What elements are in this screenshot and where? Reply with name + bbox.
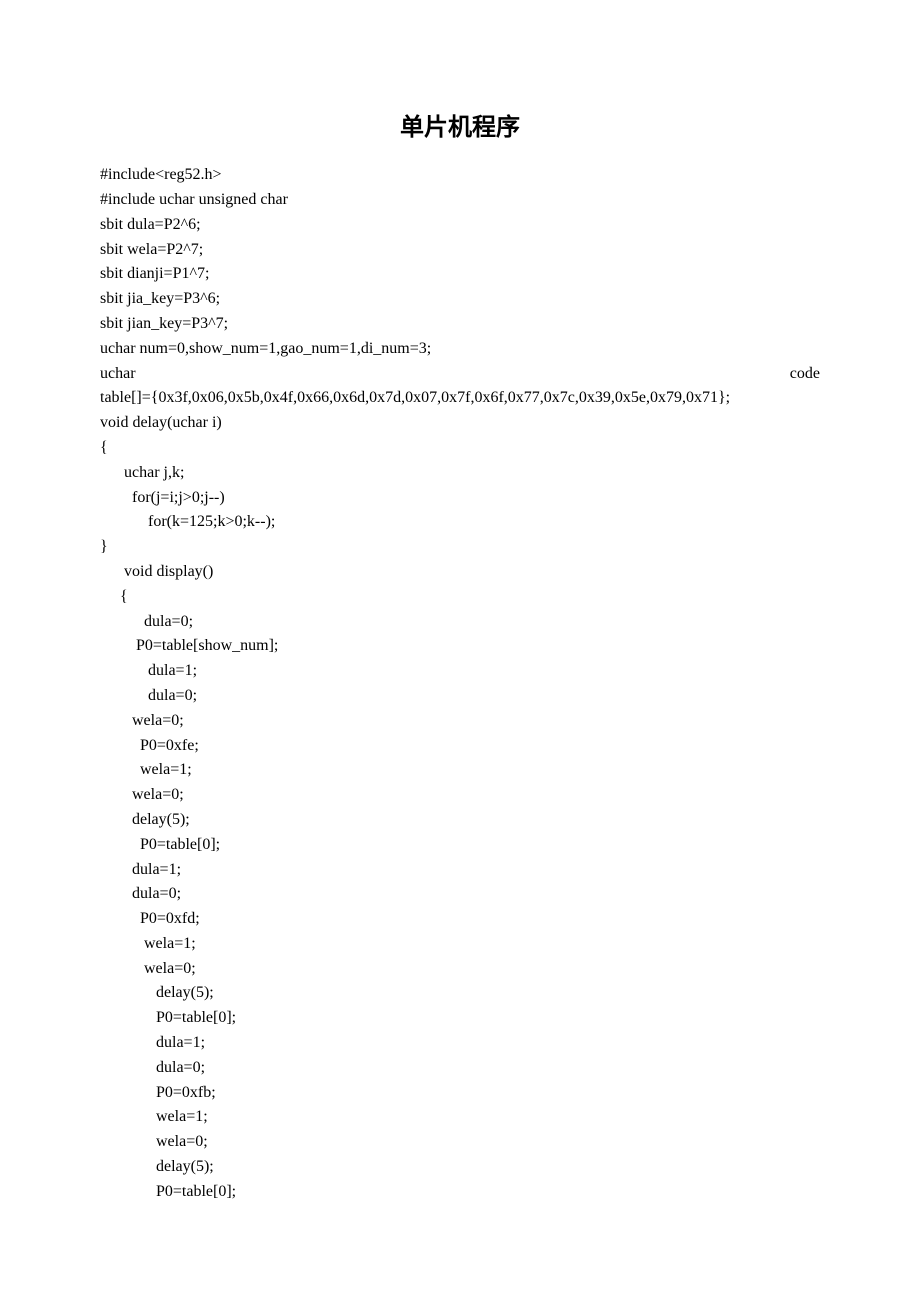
code-block-1: #include<reg52.h> #include uchar unsigne…	[100, 163, 820, 361]
uchar-right: code	[790, 362, 820, 387]
uchar-code-line: uchar code	[100, 362, 820, 387]
document-page: 单片机程序 #include<reg52.h> #include uchar u…	[0, 0, 920, 1302]
code-block-2: void delay(uchar i) { uchar j,k; for(j=i…	[100, 411, 820, 1205]
table-array-line: table[]={0x3f,0x06,0x5b,0x4f,0x66,0x6d,0…	[100, 386, 820, 411]
page-title: 单片机程序	[100, 110, 820, 147]
uchar-left: uchar	[100, 362, 136, 387]
